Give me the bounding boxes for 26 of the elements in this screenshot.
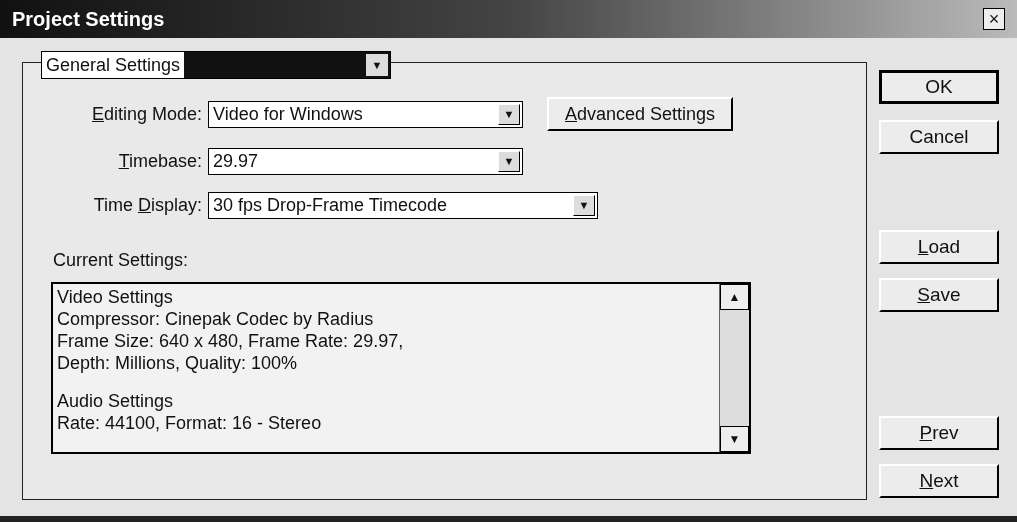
dialog-button[interactable]: OK: [879, 70, 999, 104]
dialog-button[interactable]: Load: [879, 230, 999, 264]
dialog-button[interactable]: Save: [879, 278, 999, 312]
dialog-button[interactable]: Prev: [879, 416, 999, 450]
section-dropdown[interactable]: General Settings ▼: [41, 51, 391, 79]
dropdown-field[interactable]: Video for Windows ▼: [208, 100, 523, 128]
dialog-button[interactable]: Next: [879, 464, 999, 498]
field-label: Timebase:: [117, 150, 203, 173]
scrollbar[interactable]: ▲ ▼: [719, 284, 749, 452]
settings-line: Frame Size: 640 x 480, Frame Rate: 29.97,: [57, 330, 404, 352]
settings-line: Depth: Millions, Quality: 100%: [57, 352, 298, 374]
settings-line: Compressor: Cinepak Codec by Radius: [57, 308, 374, 330]
window-title: Project Settings: [12, 7, 166, 32]
field-label: Editing Mode:: [90, 102, 203, 126]
field-label: Time Display:: [92, 194, 203, 217]
dropdown-field[interactable]: 30 fps Drop-Frame Timecode ▼: [208, 192, 598, 219]
close-button[interactable]: ×: [983, 8, 1005, 30]
scroll-up-button[interactable]: ▲: [720, 284, 749, 310]
scroll-down-button[interactable]: ▼: [720, 426, 749, 452]
current-settings-label: Current Settings:: [53, 249, 189, 272]
dialog-button[interactable]: Cancel: [879, 120, 999, 154]
settings-line: Rate: 44100, Format: 16 - Stereo: [57, 412, 322, 434]
settings-line: Video Settings: [57, 286, 173, 308]
dropdown-field[interactable]: 29.97 ▼: [208, 148, 523, 175]
settings-line: Audio Settings: [57, 390, 174, 412]
advanced-settings-button[interactable]: Advanced Settings: [547, 97, 734, 131]
